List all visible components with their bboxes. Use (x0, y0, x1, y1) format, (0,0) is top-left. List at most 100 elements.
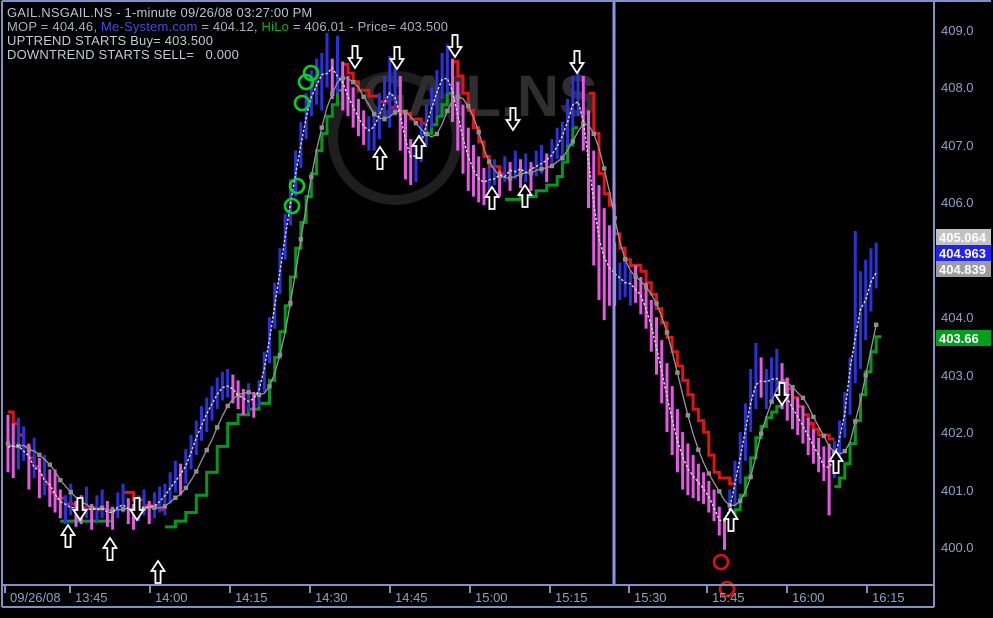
ma-marker (330, 91, 335, 96)
time-axis-label[interactable]: 15:45 (712, 590, 745, 605)
ma-marker (58, 477, 63, 483)
indicator-readout: MOP = 404.46, Me-System.com = 404.12, Hi… (7, 19, 448, 34)
ma-marker (539, 166, 544, 172)
ma-marker (790, 384, 795, 390)
ma-marker (215, 425, 220, 430)
time-axis-label[interactable]: 14:30 (315, 590, 348, 605)
price-axis-label[interactable]: 406.0 (941, 195, 974, 210)
ma-marker (194, 469, 199, 474)
ma-marker (120, 507, 126, 512)
ma-marker (246, 390, 251, 395)
ma-marker (47, 462, 53, 467)
time-axis-label[interactable]: 14:00 (155, 590, 188, 605)
time-axis-label[interactable]: 09/26/08 (10, 590, 61, 605)
price-axis-label[interactable]: 400.0 (941, 540, 974, 555)
price-axis-label[interactable]: 407.0 (941, 138, 974, 153)
ma-marker (403, 109, 408, 115)
hilo-label: HiLo (261, 19, 290, 34)
price-axis-label[interactable]: 409.0 (941, 23, 974, 38)
ma-marker (173, 495, 178, 500)
ma-marker (685, 413, 691, 418)
ma-marker (643, 284, 649, 290)
downtrend-arrow-icon (346, 45, 364, 70)
time-axis-label[interactable]: 14:45 (395, 590, 428, 605)
ma-marker (445, 108, 450, 114)
me-system-label: Me-System.com (100, 19, 202, 34)
price-chart[interactable]: GAIL.NS 409.0 408.0 407.0 406.0 404.0 403.0 402… (0, 0, 993, 618)
ma-marker (392, 110, 398, 115)
ma-marker (602, 166, 607, 171)
ma-marker (68, 489, 73, 495)
ma-marker (361, 94, 366, 100)
trading-chart-window: GAIL.NS 409.0 408.0 407.0 406.0 404.0 403.0 402… (0, 0, 993, 618)
hilo-price-value: = 406.01 - Price= 403.500 (289, 19, 449, 34)
price-axis-label[interactable]: 402.0 (941, 425, 974, 440)
ma-marker (591, 131, 596, 137)
ma-marker (622, 256, 628, 262)
ma-marker (466, 103, 471, 109)
price-axis-label[interactable]: 408.0 (941, 80, 974, 95)
ma-marker (758, 431, 764, 436)
downtrend-arrow-icon (446, 34, 464, 59)
ma-marker (309, 174, 314, 180)
price-tag-value: 404.839 (939, 262, 986, 277)
time-axis-label[interactable]: 15:15 (555, 590, 588, 605)
ma-marker (518, 172, 523, 177)
ma-slow-markers (5, 75, 879, 513)
ma-marker (696, 447, 701, 452)
time-axis-label[interactable]: 15:30 (634, 590, 667, 605)
time-axis-label[interactable]: 14:15 (235, 590, 268, 605)
ma-marker (183, 485, 189, 491)
uptrend-stop-line (729, 404, 782, 520)
ma-marker (654, 301, 659, 306)
time-axis-label[interactable]: 16:00 (792, 590, 825, 605)
ma-marker (350, 79, 356, 85)
watermark-text: GAIL.NS (362, 64, 597, 129)
price-tag-value: 403.66 (939, 331, 979, 346)
ma-marker (434, 131, 440, 137)
ma-marker (162, 504, 168, 509)
time-axis-label[interactable]: 16:15 (872, 590, 905, 605)
ma-marker (664, 330, 670, 335)
ma-marker (476, 129, 481, 135)
time-axis-label[interactable]: 13:45 (75, 590, 108, 605)
ma-marker (507, 176, 513, 181)
ma-marker (486, 159, 492, 164)
price-axis-label[interactable]: 404.0 (941, 310, 974, 325)
ma-marker (288, 300, 293, 306)
uptrend-signal-text: UPTREND STARTS Buy= 403.500 (7, 33, 214, 48)
ma-marker (570, 139, 576, 144)
me-system-value: = 404.12, (201, 19, 262, 34)
time-axis-label[interactable]: 15:00 (475, 590, 508, 605)
ma-marker (560, 155, 565, 161)
ma-marker (382, 116, 387, 122)
ma-marker (5, 441, 11, 446)
ma-marker (455, 94, 460, 99)
ma-marker (528, 170, 534, 176)
ma-marker (738, 498, 743, 504)
ma-marker (371, 111, 377, 117)
ma-marker (717, 489, 722, 494)
ma-marker (769, 399, 774, 404)
ma-marker (267, 384, 272, 389)
ma-marker (277, 352, 283, 358)
ma-marker (298, 237, 304, 242)
price-axis-label[interactable]: 403.0 (941, 368, 974, 383)
ma-marker (225, 403, 230, 409)
ma-marker (413, 120, 419, 126)
ma-marker (873, 322, 879, 327)
ma-marker (863, 373, 868, 378)
ma-marker (319, 125, 324, 130)
ma-marker (675, 370, 680, 375)
ma-marker (842, 448, 847, 454)
mop-value: MOP = 404.46, (7, 19, 101, 34)
price-axis-label[interactable]: 401.0 (941, 483, 974, 498)
ma-marker (152, 505, 157, 510)
ma-marker (800, 395, 806, 401)
chart-title: GAIL.NSGAIL.NS - 1-minute 09/26/08 03:27… (7, 5, 313, 20)
ma-marker (549, 163, 555, 169)
ma-marker (706, 471, 712, 476)
ma-marker (340, 75, 345, 81)
buy-signal-circle (283, 197, 301, 215)
ma-marker (37, 452, 42, 458)
